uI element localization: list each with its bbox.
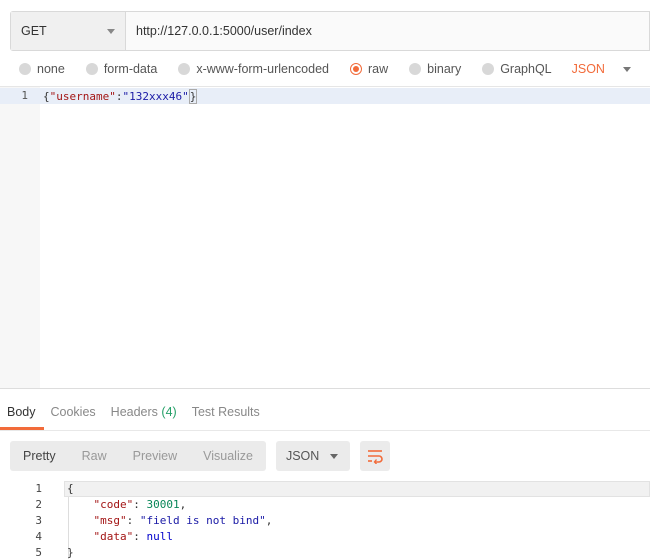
response-line: 1 { (0, 481, 650, 497)
line-text: } (67, 546, 74, 559)
line-number: 1 (35, 482, 42, 495)
chevron-down-icon (107, 28, 115, 34)
line-number: 3 (35, 514, 42, 527)
radio-binary[interactable]: binary (409, 62, 461, 76)
tab-test-results[interactable]: Test Results (185, 398, 268, 430)
line-number: 4 (35, 530, 42, 543)
radio-label: x-www-form-urlencoded (196, 62, 329, 76)
chevron-down-icon (329, 453, 338, 459)
radio-label: binary (427, 62, 462, 76)
line-text: "msg": "field is not bind", (93, 514, 273, 527)
radio-raw[interactable]: raw (350, 62, 388, 76)
chevron-down-icon (622, 66, 631, 72)
response-body-viewer[interactable]: 1 { 2 "code": 30001, 3 "msg": "field is … (0, 481, 650, 559)
line-number: 5 (35, 546, 42, 559)
tab-cookies[interactable]: Cookies (44, 398, 104, 430)
radio-form-data[interactable]: form-data (85, 62, 158, 76)
response-line: 3 "msg": "field is not bind", (0, 513, 650, 529)
response-view-toolbar: Pretty Raw Preview Visualize JSON (10, 441, 390, 471)
line-number: 1 (21, 89, 28, 102)
radio-label: none (37, 62, 65, 76)
response-format-label: JSON (285, 449, 320, 463)
headers-count-badge: (4) (161, 405, 177, 419)
view-raw-button[interactable]: Raw (69, 441, 120, 471)
line-number: 2 (35, 498, 42, 511)
tab-body[interactable]: Body (0, 398, 44, 430)
json-key: "msg" (93, 514, 127, 527)
json-value: null (146, 530, 174, 543)
view-preview-button[interactable]: Preview (120, 441, 190, 471)
request-url-bar: GET (10, 11, 650, 51)
response-format-select[interactable]: JSON (275, 441, 350, 471)
view-visualize-button[interactable]: Visualize (190, 441, 266, 471)
response-line: 2 "code": 30001, (0, 497, 650, 513)
radio-icon (178, 63, 191, 75)
section-divider (0, 388, 650, 389)
radio-icon (482, 63, 495, 75)
response-tabs: Body Cookies Headers (4) Test Results (0, 398, 268, 430)
radio-graphql[interactable]: GraphQL (482, 62, 552, 76)
brace-open: { (43, 90, 50, 103)
editor-gutter (0, 87, 40, 389)
method-select[interactable]: GET (11, 12, 126, 50)
tab-headers-label: Headers (110, 405, 158, 419)
raw-language-label: JSON (571, 62, 605, 76)
radio-icon (85, 63, 98, 75)
wrap-lines-button[interactable] (359, 441, 390, 471)
tab-headers[interactable]: Headers (4) (104, 398, 185, 430)
tabs-divider (0, 430, 650, 431)
json-key: "username" (49, 90, 116, 103)
line-text: "data": null (93, 530, 174, 543)
radio-label: form-data (103, 62, 158, 76)
line-text: { (67, 482, 74, 495)
response-line: 4 "data": null (0, 529, 650, 545)
radio-label: raw (368, 62, 389, 76)
json-key: "data" (93, 530, 134, 543)
json-value: 30001 (146, 498, 180, 511)
url-input[interactable] (126, 12, 649, 50)
method-label: GET (21, 24, 47, 38)
json-value: "132xxx46" (122, 90, 189, 103)
view-pretty-button[interactable]: Pretty (10, 441, 69, 471)
body-type-radio-group: none form-data x-www-form-urlencoded raw… (19, 60, 631, 78)
radio-label: GraphQL (500, 62, 552, 76)
radio-selected-icon (350, 63, 362, 75)
code-line: {"username":"132xxx46"} (43, 89, 198, 104)
radio-icon (19, 63, 31, 75)
line-text: "code": 30001, (93, 498, 187, 511)
brace-close: } (188, 89, 198, 104)
radio-none[interactable]: none (19, 62, 65, 76)
wrap-lines-icon (367, 450, 383, 464)
view-mode-segmented: Pretty Raw Preview Visualize (10, 441, 266, 471)
response-line: 5 } (0, 545, 650, 559)
json-value: "field is not bind" (139, 514, 266, 527)
radio-x-www-form-urlencoded[interactable]: x-www-form-urlencoded (178, 62, 329, 76)
json-key: "code" (93, 498, 134, 511)
raw-language-select[interactable]: JSON (572, 62, 631, 76)
radio-icon (409, 63, 422, 75)
request-body-editor[interactable]: 1 {"username":"132xxx46"} (0, 86, 650, 389)
